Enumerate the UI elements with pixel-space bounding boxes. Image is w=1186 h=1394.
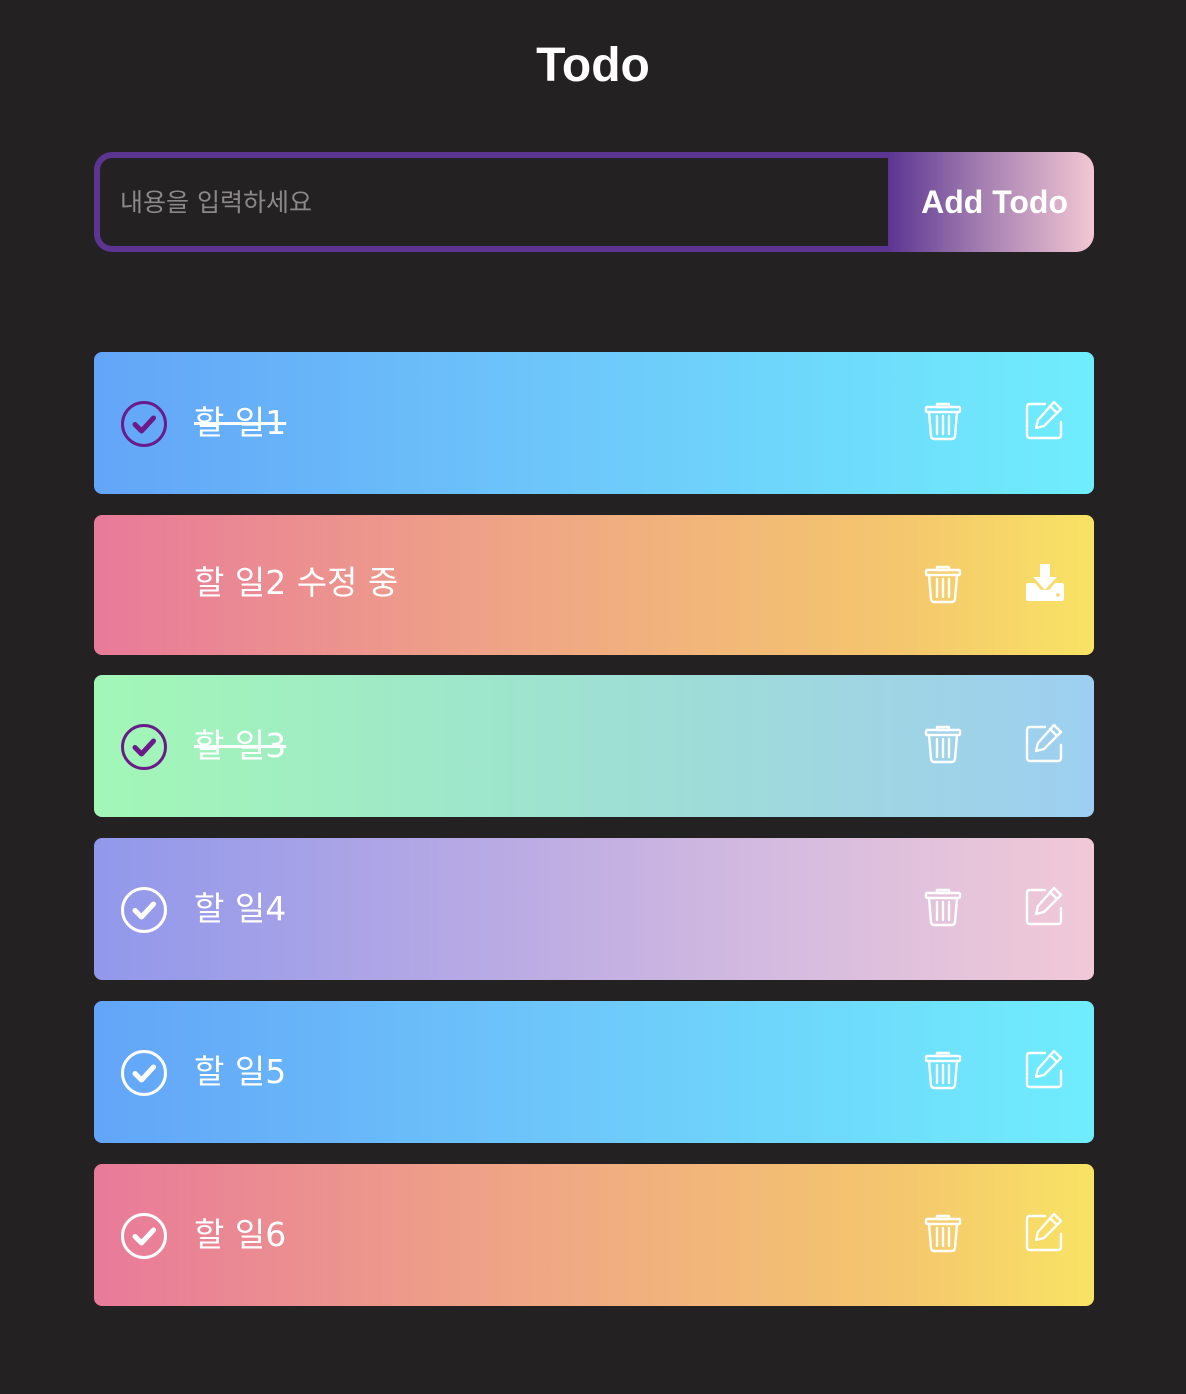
todo-text: 할 일5 — [194, 1052, 287, 1091]
check-circle-icon[interactable] — [120, 400, 168, 448]
trash-icon[interactable] — [921, 1047, 965, 1091]
page-title: Todo — [536, 39, 650, 92]
todo-text: 할 일3 — [194, 726, 287, 765]
todo-text: 할 일1 — [194, 403, 287, 442]
todo-list: 할 일1 할 일2 수정 중 할 일3 할 일4 할 일5 할 일6 — [94, 352, 1094, 1327]
todo-edit-text[interactable]: 할 일2 수정 중 — [194, 515, 398, 655]
pencil-square-icon[interactable] — [1023, 884, 1067, 928]
pencil-square-icon[interactable] — [1023, 721, 1067, 765]
todo-item: 할 일6 — [94, 1164, 1094, 1306]
pencil-square-icon[interactable] — [1023, 1210, 1067, 1254]
todo-text: 할 일4 — [194, 889, 287, 928]
todo-item: 할 일1 — [94, 352, 1094, 494]
check-circle-icon[interactable] — [120, 886, 168, 934]
todo-item: 할 일2 수정 중 — [94, 515, 1094, 655]
trash-icon[interactable] — [921, 884, 965, 928]
pencil-square-icon[interactable] — [1023, 398, 1067, 442]
trash-icon[interactable] — [921, 561, 965, 605]
todo-text: 할 일6 — [194, 1215, 287, 1254]
todo-item: 할 일5 — [94, 1001, 1094, 1143]
trash-icon[interactable] — [921, 398, 965, 442]
check-circle-icon[interactable] — [120, 1212, 168, 1260]
check-circle-icon[interactable] — [120, 1049, 168, 1097]
trash-icon[interactable] — [921, 1210, 965, 1254]
check-circle-icon[interactable] — [120, 723, 168, 771]
trash-icon[interactable] — [921, 721, 965, 765]
todo-input[interactable] — [100, 158, 888, 246]
download-tray-icon[interactable] — [1023, 561, 1067, 605]
todo-form: Add Todo — [94, 152, 1094, 252]
todo-item: 할 일4 — [94, 838, 1094, 980]
todo-item: 할 일3 — [94, 675, 1094, 817]
pencil-square-icon[interactable] — [1023, 1047, 1067, 1091]
add-todo-button[interactable]: Add Todo — [888, 152, 1094, 252]
